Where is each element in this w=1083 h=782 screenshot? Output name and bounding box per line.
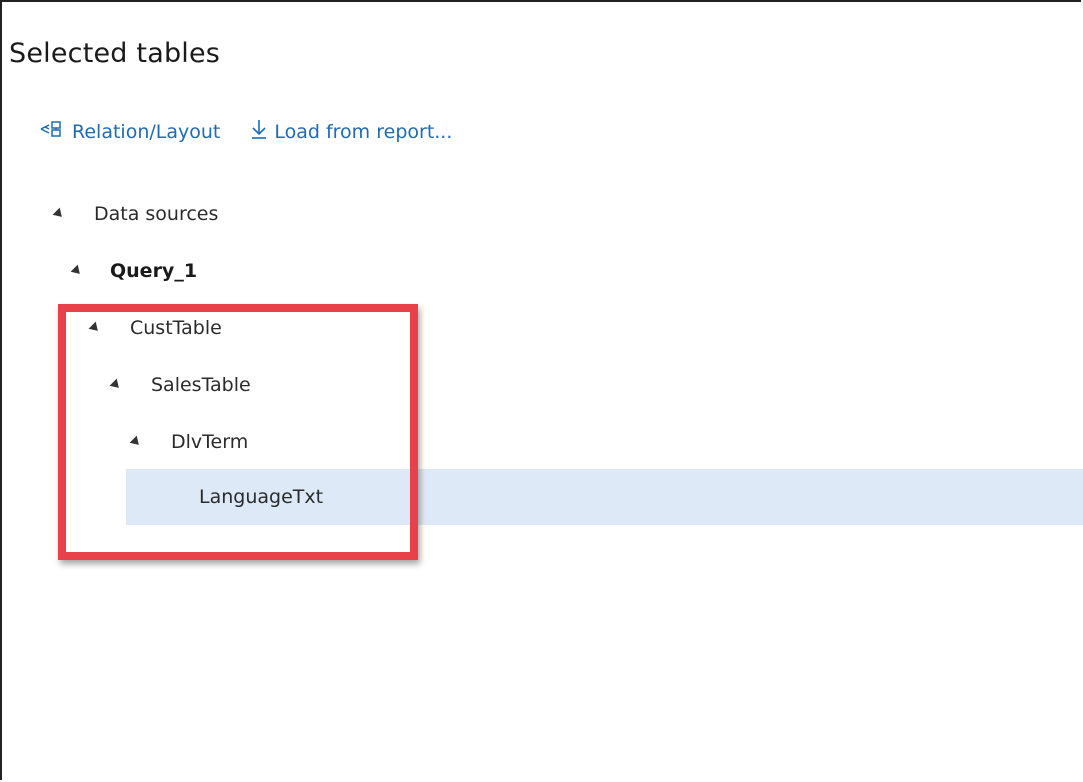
expand-triangle-icon[interactable] bbox=[88, 321, 102, 335]
tree-node-label: DlvTerm bbox=[171, 431, 249, 453]
relation-icon bbox=[40, 120, 72, 143]
toolbar: Relation/Layout Load from report... bbox=[40, 118, 482, 145]
page-title: Selected tables bbox=[9, 38, 221, 69]
download-arrow-icon bbox=[250, 118, 274, 145]
expand-triangle-icon[interactable] bbox=[70, 264, 84, 278]
tree-node-data-sources[interactable]: Data sources bbox=[52, 186, 219, 242]
relation-layout-label: Relation/Layout bbox=[72, 120, 221, 143]
tree-node-salestable[interactable]: SalesTable bbox=[109, 357, 251, 413]
relation-layout-button[interactable]: Relation/Layout bbox=[40, 120, 220, 143]
expand-triangle-icon[interactable] bbox=[52, 207, 66, 221]
tree-node-label: SalesTable bbox=[151, 374, 251, 396]
tree-node-label: LanguageTxt bbox=[199, 486, 324, 508]
load-from-report-label: Load from report... bbox=[274, 120, 453, 143]
tree-node-custtable[interactable]: CustTable bbox=[88, 300, 222, 356]
tree-node-label: Data sources bbox=[94, 203, 219, 225]
tree-node-languagetxt[interactable]: LanguageTxt bbox=[199, 469, 323, 525]
expand-triangle-icon[interactable] bbox=[109, 378, 123, 392]
load-from-report-button[interactable]: Load from report... bbox=[250, 118, 452, 145]
tree-node-label: CustTable bbox=[130, 317, 222, 339]
expand-triangle-icon[interactable] bbox=[129, 435, 143, 449]
tree-node-query[interactable]: Query_1 bbox=[70, 243, 198, 299]
tree-node-label: Query_1 bbox=[110, 260, 198, 282]
tree-node-dlvterm[interactable]: DlvTerm bbox=[129, 414, 249, 470]
